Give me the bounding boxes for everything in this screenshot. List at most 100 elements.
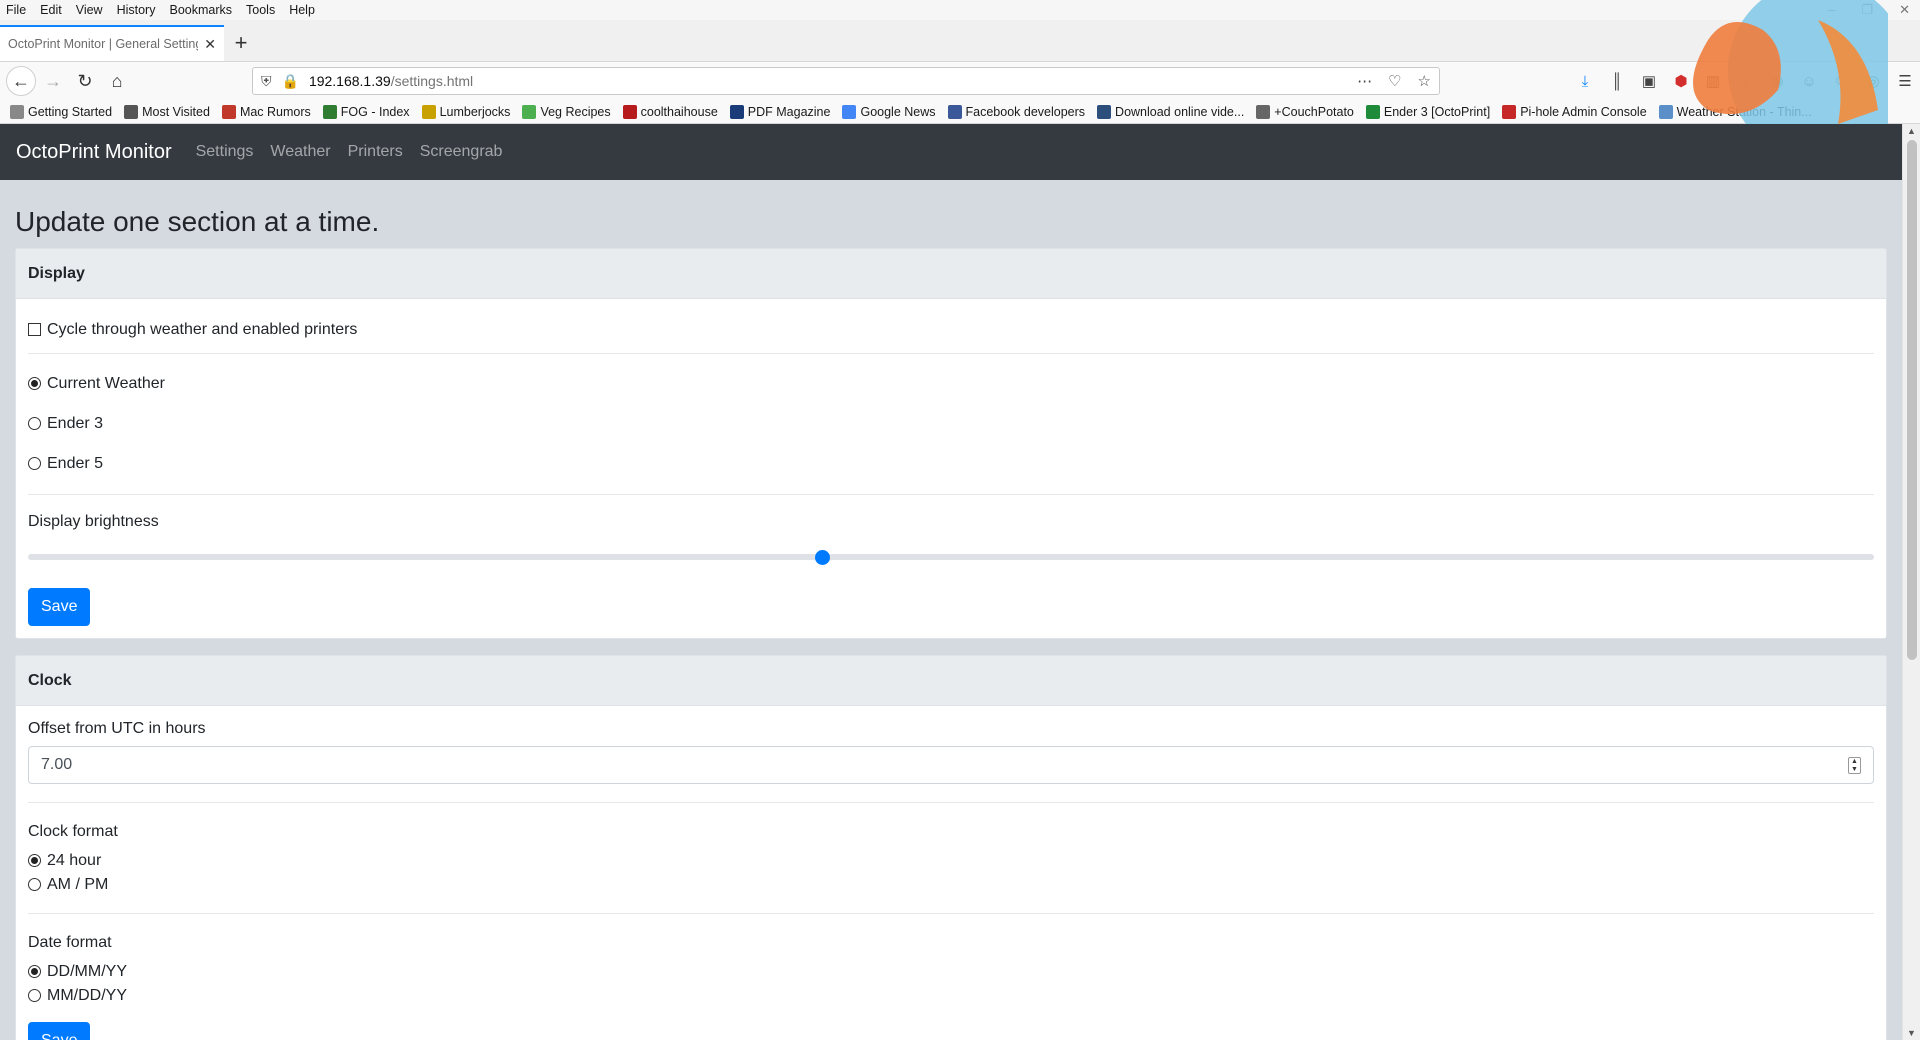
adblock-icon[interactable]: ⬢	[1672, 72, 1690, 90]
radio-24-hour[interactable]	[28, 853, 41, 867]
bookmark-item[interactable]: Facebook developers	[947, 104, 1085, 119]
page-heading: Update one section at a time.	[15, 206, 380, 237]
close-icon[interactable]: ✕	[204, 36, 216, 53]
bookmark-item[interactable]: Google News	[842, 104, 936, 119]
menu-file[interactable]: File	[6, 3, 26, 17]
bookmark-item[interactable]: FOG - Index	[322, 104, 410, 119]
nav-printers[interactable]: Printers	[348, 143, 403, 161]
bookmark-item[interactable]: Pi-hole Admin Console	[1502, 104, 1647, 119]
minimize-icon[interactable]: –	[1828, 2, 1835, 18]
nav-screengrab[interactable]: Screengrab	[420, 143, 503, 161]
bookmark-item[interactable]: Veg Recipes	[522, 104, 611, 119]
bookmark-item[interactable]: Download online vide...	[1097, 104, 1244, 119]
clock-card-header: Clock	[16, 656, 1886, 706]
extension-icon[interactable]: ▣	[1640, 72, 1658, 90]
bookmark-star-icon[interactable]: ☆	[1418, 72, 1431, 90]
forward-icon[interactable]: →	[38, 66, 68, 96]
menu-tools[interactable]: Tools	[246, 3, 275, 17]
bookmark-favicon-icon	[947, 104, 962, 119]
option-label: 24 hour	[47, 852, 102, 869]
display-card: Display Cycle through weather and enable…	[15, 248, 1887, 639]
account-icon[interactable]: ☺	[1800, 72, 1818, 90]
scroll-down-icon[interactable]: ▼	[1907, 1028, 1916, 1038]
radio-am-pm[interactable]	[28, 877, 41, 891]
url-bar[interactable]: ⛨ 🔒 192.168.1.39/settings.html ⋯ ♡ ☆	[252, 67, 1440, 95]
utc-offset-input[interactable]: 7.00 ▲ ▼	[28, 746, 1874, 784]
browser-menubar: File Edit View History Bookmarks Tools H…	[0, 0, 1920, 20]
option-label: Ender 5	[47, 455, 104, 472]
brightness-label: Display brightness	[28, 513, 159, 530]
date-format-ddmmyy[interactable]: DD/MM/YY	[28, 960, 1874, 984]
offset-label: Offset from UTC in hours	[28, 720, 206, 737]
cycle-checkbox[interactable]	[28, 322, 41, 336]
bookmark-item[interactable]: Most Visited	[124, 104, 210, 119]
menu-history[interactable]: History	[117, 3, 156, 17]
menu-edit[interactable]: Edit	[40, 3, 62, 17]
clock-format-ampm[interactable]: AM / PM	[28, 873, 1874, 897]
divider	[28, 913, 1874, 914]
number-spinner-icon[interactable]: ▲ ▼	[1848, 757, 1861, 774]
app-navbar: OctoPrint Monitor Settings Weather Print…	[0, 124, 1902, 180]
insecure-lock-icon[interactable]: 🔒	[282, 73, 299, 90]
app-brand[interactable]: OctoPrint Monitor	[16, 141, 172, 164]
bookmark-label: Weather Station - Thin...	[1676, 104, 1812, 119]
bookmark-label: Veg Recipes	[540, 104, 611, 119]
bookmark-item[interactable]: +CouchPotato	[1256, 104, 1354, 119]
bookmark-favicon-icon	[522, 104, 537, 119]
home-icon[interactable]: ⌂	[102, 66, 132, 96]
radio-ender-3[interactable]	[28, 416, 41, 430]
back-icon[interactable]: ←	[6, 66, 36, 96]
bookmark-item[interactable]: Mac Rumors	[221, 104, 311, 119]
sidebar-icon[interactable]: ▥	[1704, 72, 1722, 90]
display-option-weather[interactable]: Current Weather	[28, 364, 1874, 404]
scrollbar-thumb[interactable]	[1907, 140, 1917, 660]
library-icon[interactable]: ║	[1608, 72, 1626, 90]
bookmark-favicon-icon	[842, 104, 857, 119]
nav-weather[interactable]: Weather	[270, 143, 330, 161]
restore-icon[interactable]: ❐	[1861, 2, 1873, 18]
scroll-up-icon[interactable]: ▲	[1907, 126, 1916, 136]
radio-ender-5[interactable]	[28, 456, 41, 470]
brightness-slider-thumb[interactable]	[814, 550, 830, 565]
display-option-ender5[interactable]: Ender 5	[28, 444, 1874, 484]
url-path: /settings.html	[390, 73, 474, 89]
brightness-slider[interactable]	[28, 550, 1874, 565]
hamburger-menu-icon[interactable]: ☰	[1896, 72, 1914, 90]
date-format-mmddyy[interactable]: MM/DD/YY	[28, 984, 1874, 1008]
page-viewport: OctoPrint Monitor Settings Weather Print…	[0, 124, 1902, 1040]
radio-mm-dd-yy[interactable]	[28, 988, 41, 1002]
display-option-ender3[interactable]: Ender 3	[28, 404, 1874, 444]
bookmark-favicon-icon	[729, 104, 744, 119]
clock-save-button[interactable]: Save	[28, 1022, 91, 1040]
extension-green-icon[interactable]: ◉	[1768, 72, 1786, 90]
bookmark-item[interactable]: Lumberjocks	[421, 104, 510, 119]
settings-gear-icon[interactable]: ⚙	[1832, 72, 1850, 90]
shield-icon[interactable]: ⛨	[261, 73, 272, 90]
bookmark-favicon-icon	[1502, 104, 1517, 119]
reload-icon[interactable]: ↻	[70, 66, 100, 96]
bookmark-item[interactable]: Weather Station - Thin...	[1658, 104, 1812, 119]
menu-bookmarks[interactable]: Bookmarks	[169, 3, 232, 17]
new-tab-icon[interactable]: +	[224, 25, 258, 61]
extension-badge-icon[interactable]: ◎	[1864, 72, 1882, 90]
pocket-icon[interactable]: ♡	[1388, 72, 1401, 90]
display-save-button[interactable]: Save	[28, 588, 91, 626]
bookmark-item[interactable]: Ender 3 [OctoPrint]	[1365, 104, 1490, 119]
radio-current-weather[interactable]	[28, 376, 41, 390]
bookmark-label: Mac Rumors	[239, 104, 311, 119]
radio-dd-mm-yy[interactable]	[28, 964, 41, 978]
cookie-icon[interactable]: ●	[1736, 72, 1754, 90]
close-window-icon[interactable]: ✕	[1899, 2, 1910, 18]
bookmark-item[interactable]: coolthaihouse	[622, 104, 718, 119]
page-actions-icon[interactable]: ⋯	[1357, 72, 1372, 90]
page-scrollbar[interactable]: ▲ ▼	[1902, 124, 1920, 1040]
bookmark-item[interactable]: PDF Magazine	[729, 104, 830, 119]
nav-settings[interactable]: Settings	[196, 143, 254, 161]
tab-active[interactable]: OctoPrint Monitor | General Setting ✕	[0, 25, 224, 61]
menu-view[interactable]: View	[76, 3, 103, 17]
bookmark-favicon-icon	[221, 104, 236, 119]
clock-format-24h[interactable]: 24 hour	[28, 849, 1874, 873]
download-icon[interactable]: ⤓	[1576, 72, 1594, 90]
menu-help[interactable]: Help	[289, 3, 315, 17]
bookmark-item[interactable]: Getting Started	[10, 104, 112, 119]
